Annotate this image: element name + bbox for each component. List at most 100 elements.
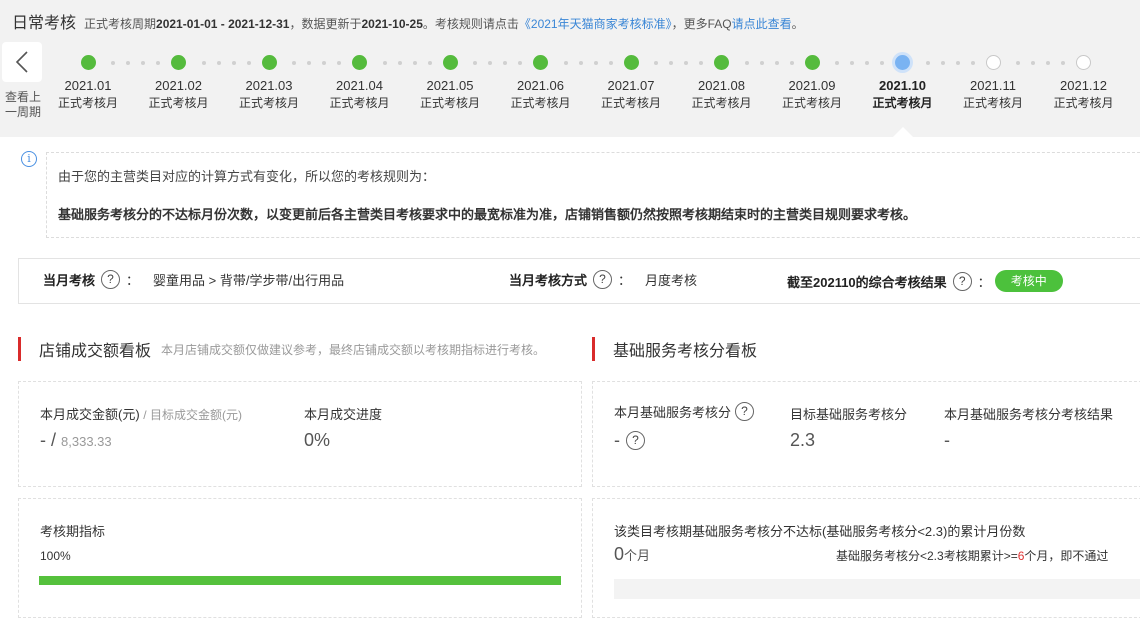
help-icon[interactable]: ? [626,431,645,450]
timeline-separator-dot [925,61,930,65]
month-label: 2021.02 [155,78,202,93]
fail-rule: 基础服务考核分<2.3考核期累计>=6个月，即不通过 [836,549,1109,563]
target-score-value: 2.3 [790,430,816,450]
timeline-separator-dot [850,61,854,65]
month-type: 正式考核月 [872,96,933,110]
notice-line-2: 基础服务考核分的不达标月份次数，以变更前后各主营类目考核要求中的最宽标准为准，店… [58,207,917,222]
previous-period-label[interactable]: 查看上一周期 [0,90,46,120]
service-score-label: 本月基础服务考核分 [614,405,732,420]
progress-label: 本月成交进度 [304,407,383,422]
timeline-separator-dot [216,61,221,65]
fail-months-card: 该类目考核期基础服务考核分不达标(基础服务考核分<2.3)的累计月份数 0个月 … [592,498,1140,618]
month-label: 2021.06 [517,78,564,93]
period-progress-fill [39,576,561,585]
month-status-dot[interactable] [352,55,367,70]
month-status-dot[interactable] [171,55,186,70]
notice-line-1: 由于您的主营类目对应的计算方式有变化，所以您的考核规则为： [58,169,436,184]
target-amount-value: 8,333.33 [61,434,112,449]
sales-board-note: 本月店铺成交额仅做建议参考，最终店铺成交额以考核期指标进行考核。 [161,342,546,357]
section-marker [18,337,21,361]
service-board-title: 基础服务考核分看板 [613,343,758,360]
timeline-separator-dot [488,61,492,65]
month-label: 2021.11 [969,78,1017,93]
page-title: 日常考核 [12,15,77,32]
month-status-dot[interactable] [442,55,458,70]
assessment-bar: 当月考核 ? ： 婴童用品 > 背带/学步带/出行用品 当月考核方式 ? ： 月… [18,258,1140,304]
help-icon[interactable]: ? [593,270,613,289]
month-label: 2021.03 [245,78,293,93]
month-label: 2021.08 [698,78,745,93]
page-header: 日常考核 正式考核周期2021-01-01 - 2021-12-31，数据更新于… [12,9,804,33]
month-label: 2021.01 [64,78,112,93]
month-type: 正式考核月 [691,96,752,110]
month-status-dot[interactable] [804,55,820,70]
period-progress-bar [39,576,561,585]
section-marker [592,337,595,361]
month-label: 2021.12 [1060,78,1107,93]
service-score-card: 本月基础服务考核分 ? - ? 目标基础服务考核分 2.3 本月基础服务考核分考… [592,381,1140,487]
score-result-label: 本月基础服务考核分考核结果 [944,407,1114,422]
help-icon[interactable]: ? [952,271,972,291]
period-target-card: 考核期指标 100% [18,498,582,618]
month-type: 正式考核月 [1053,96,1114,110]
timeline-panel: 日常考核 正式考核周期2021-01-01 - 2021-12-31，数据更新于… [0,0,1140,137]
service-score-value: - [614,430,620,450]
month-type: 正式考核月 [962,96,1023,110]
score-result-value: - [944,430,950,450]
month-type: 正式考核月 [57,96,118,110]
month-type: 正式考核月 [419,96,480,110]
timeline-separator-dot [563,61,568,65]
timeline-separator-dot [669,61,673,65]
month-status-dot[interactable] [533,55,548,70]
month-type: 正式考核月 [600,96,661,110]
month-label: 2021.05 [426,78,474,93]
month-status-dot[interactable] [80,55,96,70]
progress-value: 0% [304,430,331,450]
target-amount-label: / 目标成交金额(元) [143,408,242,422]
chevron-left-icon [15,51,28,73]
period-note: 正式考核周期2021-01-01 - 2021-12-31，数据更新于2021-… [84,17,804,31]
timeline-separator-dot [744,61,749,65]
timeline-separator-dot [1016,61,1020,65]
help-icon[interactable]: ? [101,270,121,289]
month-type: 正式考核月 [329,96,390,110]
rule-link[interactable]: 《2021年天猫商家考核标准》 [519,17,672,31]
timeline-separator-dot [201,61,206,65]
month-label: 2021.07 [607,78,655,93]
timeline-separator-dot [578,61,583,65]
month-type: 正式考核月 [238,96,299,110]
timeline-separator-dot [397,61,402,65]
month-label: 2021.09 [788,78,836,93]
faq-link[interactable]: 请点此查看 [732,17,792,31]
timeline-separator-dot [654,61,658,65]
month-status-dot[interactable] [714,55,729,70]
main-category: 婴童用品 > 背带/学步带/出行用品 [153,273,345,288]
info-icon: i [21,151,37,167]
sales-board-header: 店铺成交额看板 本月店铺成交额仅做建议参考，最终店铺成交额以考核期指标进行考核。 [18,337,545,361]
target-score-label: 目标基础服务考核分 [790,407,908,422]
previous-period-button[interactable] [2,42,42,82]
month-type: 正式考核月 [510,96,571,110]
timeline-separator-dot [292,61,296,65]
month-type: 正式考核月 [148,96,209,110]
timeline-separator-dot [759,61,764,65]
status-badge: 考核中 [994,270,1063,292]
month-status-dot[interactable] [261,55,277,70]
timeline-separator-dot [307,61,311,65]
monthly-amount-value: - / [40,430,56,450]
rule-change-notice: 由于您的主营类目对应的计算方式有变化，所以您的考核规则为： 基础服务考核分的不达… [46,152,1140,238]
help-icon[interactable]: ? [735,402,755,421]
period-target-label: 考核期指标 [40,524,106,539]
month-status-dot[interactable] [1076,55,1091,70]
fail-months-bar [614,579,1140,599]
service-board-header: 基础服务考核分看板 [592,337,757,361]
timeline-separator-dot [1031,61,1035,65]
timeline-separator-dot [111,61,115,65]
current-month-caret [893,127,913,137]
month-status-dot[interactable] [623,55,639,70]
monthly-sales-card: 本月成交金额(元) / 目标成交金额(元) - / 8,333.33 本月成交进… [18,381,582,487]
timeline-separator-dot [126,61,130,65]
month-status-dot[interactable] [895,55,910,70]
month-status-dot[interactable] [985,55,1001,70]
timeline-separator-dot [473,61,477,65]
